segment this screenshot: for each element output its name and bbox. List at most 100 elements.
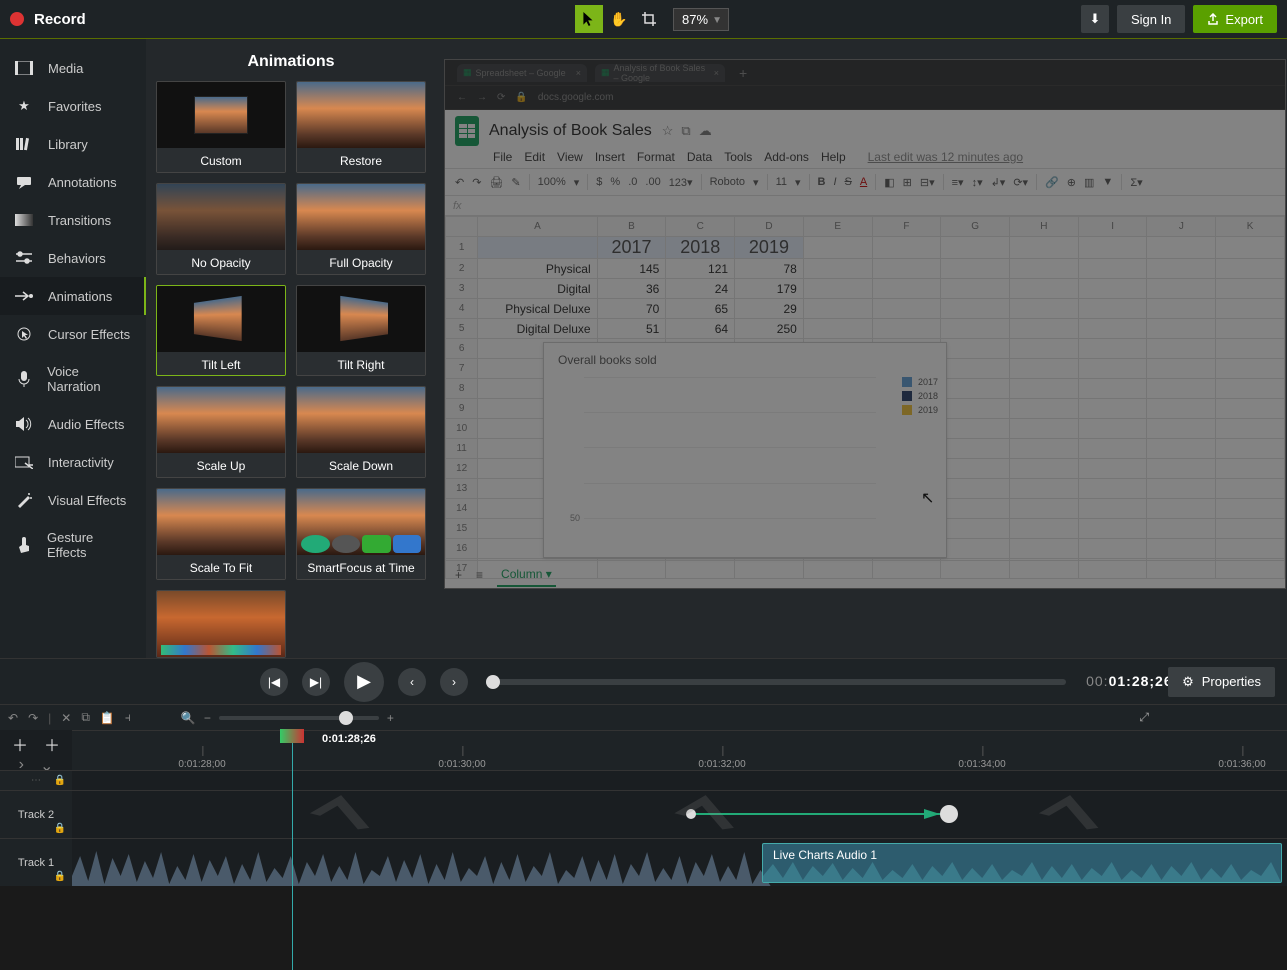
merge-icon[interactable]: ⊟▾ [920,176,935,189]
reload-icon[interactable]: ⟳ [497,92,505,103]
crop-tool[interactable] [635,5,663,33]
halign-icon[interactable]: ≡▾ [952,176,964,189]
functions-icon[interactable]: Σ▾ [1130,176,1142,189]
record-button[interactable]: Record [34,11,86,28]
undo-icon[interactable]: ↶ [8,711,18,725]
sheet-title[interactable]: Analysis of Book Sales [489,122,652,140]
anim-thumb-no-opacity[interactable]: No Opacity [156,183,286,275]
anim-thumb-smartfocus[interactable]: SmartFocus at Time [296,488,426,580]
sidebar-item-visual-effects[interactable]: Visual Effects [0,481,146,519]
sidebar-item-annotations[interactable]: Annotations [0,163,146,201]
add-sheet-icon[interactable]: + [455,568,462,582]
anim-thumb-tilt-left[interactable]: Tilt Left [156,285,286,377]
sheet-tab-column[interactable]: Column ▾ [497,563,556,587]
forward-icon[interactable]: → [477,92,487,103]
formula-bar[interactable]: fx [445,196,1285,216]
chart-icon[interactable]: ▥ [1084,176,1094,189]
playhead-knob[interactable] [486,675,500,689]
zoom-value[interactable]: 100% [538,176,566,188]
play-button[interactable]: ▶ [344,662,384,702]
select-tool[interactable] [575,5,603,33]
cut-icon[interactable]: ✕ [61,711,71,725]
sidebar-item-behaviors[interactable]: Behaviors [0,239,146,277]
menu-addons[interactable]: Add-ons [764,150,809,164]
playhead-marker[interactable] [292,731,293,970]
zoom-select[interactable]: 87%▼ [673,8,729,31]
copy-icon[interactable]: ⧉ [81,710,90,725]
popout-icon[interactable]: ⤢ [1139,710,1149,725]
menu-data[interactable]: Data [687,150,712,164]
menu-file[interactable]: File [493,150,512,164]
sidebar-item-gesture-effects[interactable]: Gesture Effects [0,519,146,571]
back-icon[interactable]: ← [457,92,467,103]
track-row-2[interactable]: Track 2🔒 [0,790,1287,838]
paint-icon[interactable]: ✎ [511,176,520,189]
browser-tab[interactable]: ▦Analysis of Book Sales – Google× [595,64,725,82]
strike-icon[interactable]: S [845,176,852,188]
menu-view[interactable]: View [557,150,583,164]
track-row-1[interactable]: Track 1🔒 Live Charts Audio 1 [0,838,1287,886]
menu-help[interactable]: Help [821,150,846,164]
font-size[interactable]: 11 [776,176,787,188]
all-sheets-icon[interactable]: ≡ [476,568,483,582]
valign-icon[interactable]: ↕▾ [972,176,983,189]
sidebar-item-interactivity[interactable]: Interactivity [0,443,146,481]
anim-thumb-custom[interactable]: Custom [156,81,286,173]
menu-insert[interactable]: Insert [595,150,625,164]
sidebar-item-audio-effects[interactable]: Audio Effects [0,405,146,443]
sign-in-button[interactable]: Sign In [1117,5,1185,33]
paste-icon[interactable]: 📋 [100,711,115,725]
anim-thumb-restore[interactable]: Restore [296,81,426,173]
new-tab-icon[interactable]: + [739,65,747,81]
borders-icon[interactable]: ⊞ [903,176,912,189]
zoom-out-icon[interactable]: − [204,711,211,725]
sidebar-item-transitions[interactable]: Transitions [0,201,146,239]
sidebar-item-voice-narration[interactable]: Voice Narration [0,353,146,405]
undo-icon[interactable]: ↶ [455,176,464,189]
link-icon[interactable]: 🔗 [1045,176,1059,189]
comment-icon[interactable]: ⊕ [1067,176,1076,189]
currency-icon[interactable]: $ [596,176,602,188]
playback-scrubber[interactable] [488,679,1066,685]
timeline-zoom-slider[interactable] [219,716,379,720]
frame-back-button[interactable]: ‹ [398,668,426,696]
split-icon[interactable]: ⫞ [125,710,131,725]
properties-button[interactable]: ⚙Properties [1168,667,1275,697]
lock-icon[interactable]: 🔒 [54,775,66,786]
redo-icon[interactable]: ↷ [28,711,38,725]
anim-thumb-full-opacity[interactable]: Full Opacity [296,183,426,275]
zoom-in-icon[interactable]: + [387,711,394,725]
prev-clip-button[interactable]: |◀ [260,668,288,696]
anim-thumb-tilt-right[interactable]: Tilt Right [296,285,426,377]
add-track-icon[interactable]: ＋ [44,732,60,756]
plus-icon[interactable]: ＋ [12,732,28,756]
italic-icon[interactable]: I [833,176,836,188]
fill-icon[interactable]: ◧ [884,176,894,189]
anim-thumb-extra[interactable] [156,590,286,658]
lock-icon[interactable]: 🔒 [54,871,66,882]
sidebar-item-library[interactable]: Library [0,125,146,163]
sidebar-item-favorites[interactable]: ★Favorites [0,87,146,125]
menu-edit[interactable]: Edit [524,150,545,164]
text-color-icon[interactable]: A [860,176,867,188]
download-button[interactable]: ⬇ [1081,5,1109,33]
chart-embed[interactable]: Overall books sold 201720182019 50 [543,342,947,558]
star-icon[interactable]: ☆ [662,123,674,139]
sidebar-item-media[interactable]: Media [0,49,146,87]
print-icon[interactable]: 🖨 [489,176,503,189]
font-select[interactable]: Roboto [710,176,745,188]
menu-tools[interactable]: Tools [724,150,752,164]
percent-icon[interactable]: % [610,176,620,188]
anim-thumb-scale-to-fit[interactable]: Scale To Fit [156,488,286,580]
filter-icon[interactable]: ▼ [1102,176,1113,188]
hand-tool[interactable]: ✋ [605,5,633,33]
anim-thumb-scale-up[interactable]: Scale Up [156,386,286,478]
bold-icon[interactable]: B [818,176,826,188]
audio-clip[interactable]: Live Charts Audio 1 [762,843,1282,883]
next-clip-button[interactable]: ▶| [302,668,330,696]
browser-tab[interactable]: ▦Spreadsheet – Google× [457,64,587,82]
track-row-3[interactable]: ⋯🔒 [0,770,1287,790]
sidebar-item-animations[interactable]: Animations [0,277,146,315]
anim-thumb-scale-down[interactable]: Scale Down [296,386,426,478]
lock-icon[interactable]: 🔒 [54,823,66,834]
